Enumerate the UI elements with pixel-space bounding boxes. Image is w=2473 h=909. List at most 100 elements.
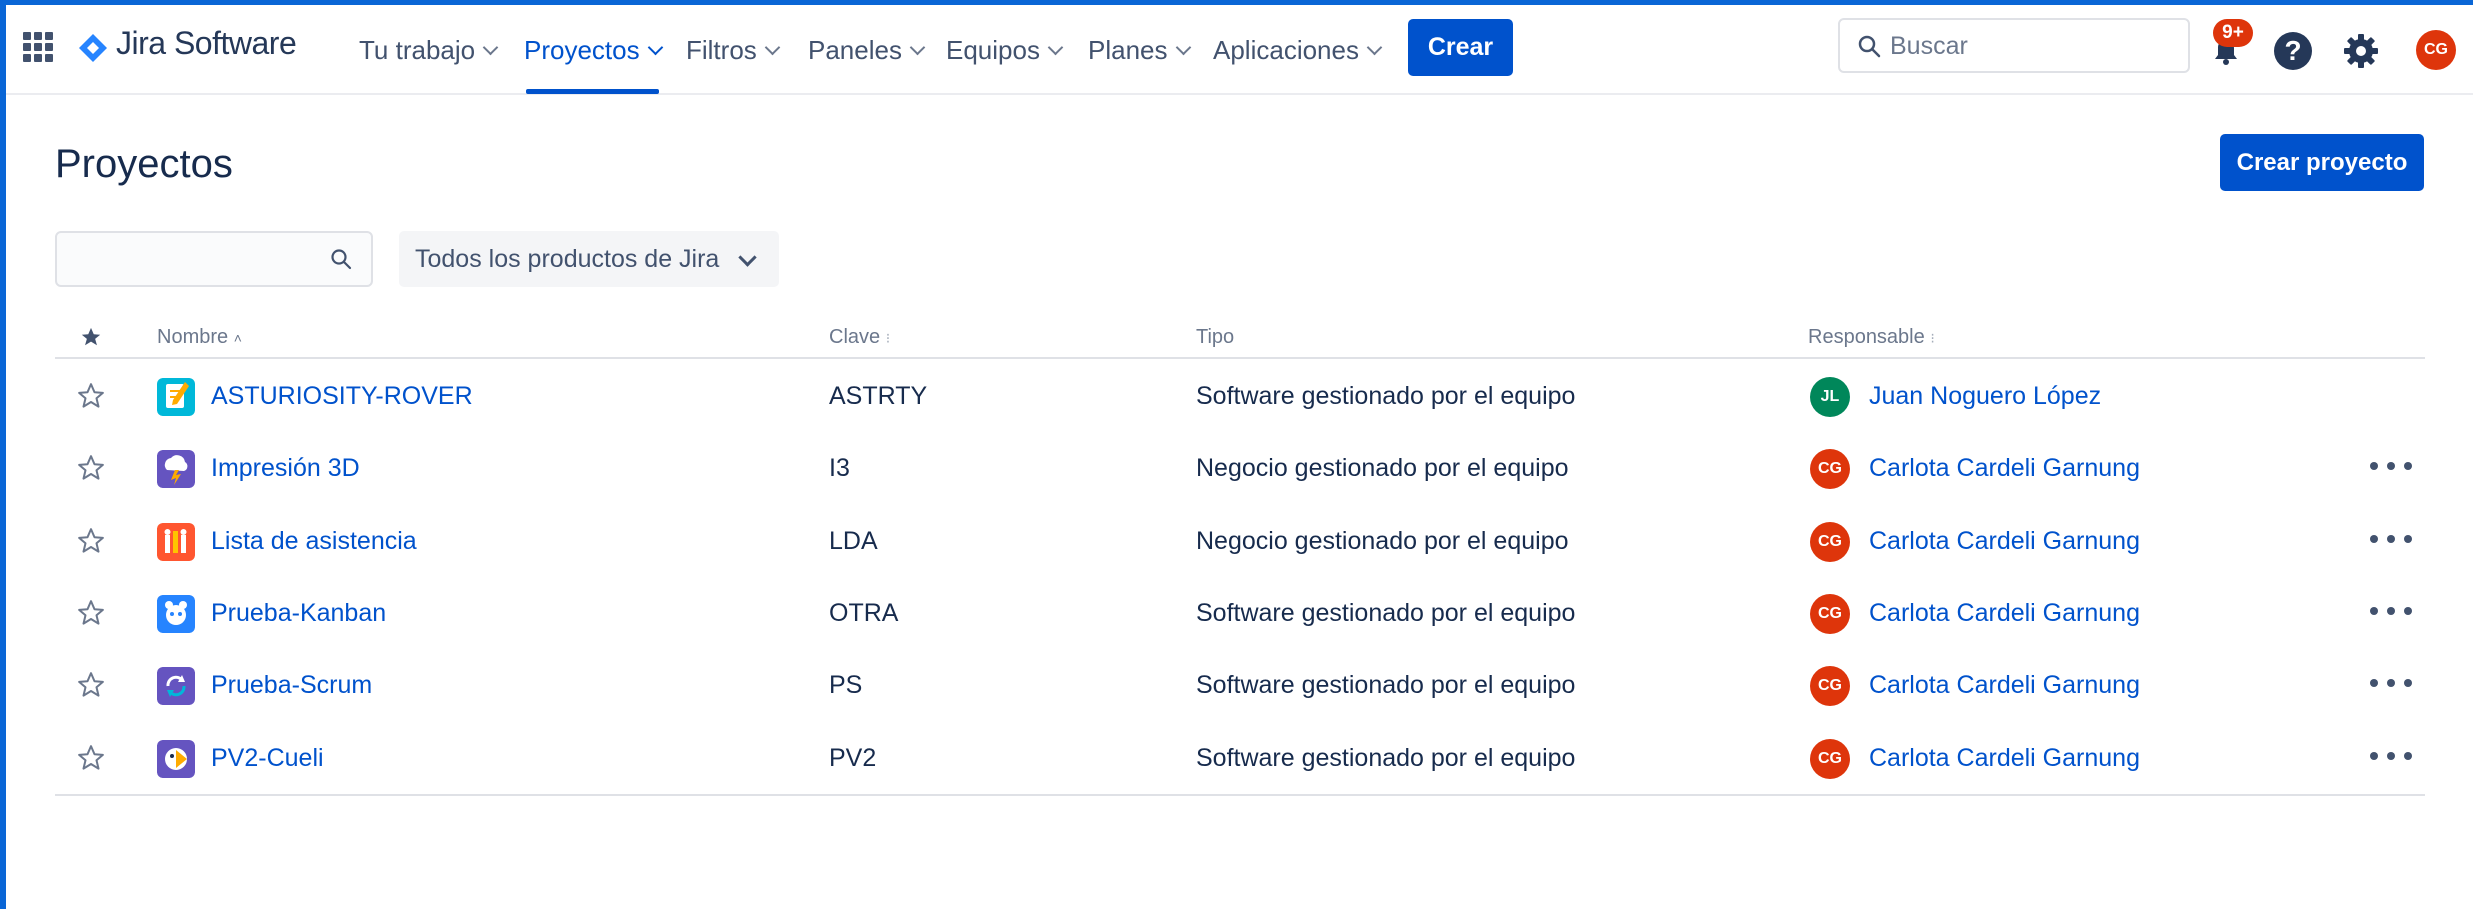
project-key: PS [829,671,863,699]
sort-ascending-icon: ˄ [233,330,242,346]
product-filter-select[interactable]: Todos los productos de Jira [399,231,779,287]
more-actions-icon[interactable] [2370,596,2412,626]
lead-avatar[interactable]: CG [1810,449,1850,489]
lead-name-link[interactable]: Carlota Cardeli Garnung [1869,527,2140,556]
column-label: Tipo [1196,326,1235,348]
nav-label: Paneles [808,35,902,65]
nav-label: Planes [1088,35,1168,65]
nav-label: Tu trabajo [359,35,476,65]
star-icon[interactable] [76,453,106,483]
project-key: OTRA [829,599,899,627]
lead-name-link[interactable]: Carlota Cardeli Garnung [1869,744,2140,773]
project-name-link[interactable]: Prueba-Kanban [211,599,386,628]
star-icon[interactable] [76,743,106,773]
refresh-icon [157,667,195,705]
app-switcher-icon[interactable] [23,32,53,62]
table-bottom-divider [55,794,2425,796]
chevron-down-icon [738,248,757,267]
lead-avatar[interactable]: CG [1810,594,1850,634]
star-icon[interactable] [76,526,106,556]
project-key: LDA [829,527,878,555]
create-project-button[interactable]: Crear proyecto [2220,134,2424,191]
project-type: Software gestionado por el equipo [1196,744,1576,772]
cloud-storm-icon [157,450,195,488]
lead-name-link[interactable]: Carlota Cardeli Garnung [1869,671,2140,700]
project-type: Negocio gestionado por el equipo [1196,527,1569,555]
column-header-name[interactable]: Nombre ˄ [157,326,242,349]
chevron-down-icon [1366,39,1383,56]
lead-avatar[interactable]: JL [1810,377,1850,417]
more-actions-icon[interactable] [2370,524,2412,554]
chevron-down-icon [1047,39,1064,56]
chevron-down-icon [647,39,663,56]
column-label: Responsable [1808,326,1925,348]
jira-logo-icon[interactable] [78,33,108,63]
column-header-key[interactable]: Clave ⁝ [829,326,890,349]
people-icon [157,523,195,561]
project-search-input[interactable] [71,241,325,279]
nav-proyectos[interactable]: Proyectos [524,33,663,67]
lead-avatar[interactable]: CG [1810,522,1850,562]
table-row[interactable]: Impresión 3D I3 Negocio gestionado por el … [0,431,2473,503]
project-name-link[interactable]: Prueba-Scrum [211,671,372,700]
project-name-link[interactable]: ASTURIOSITY-ROVER [211,382,473,411]
project-key: PV2 [829,744,877,772]
nav-filtros[interactable]: Filtros [686,33,781,67]
project-search-field[interactable] [55,231,373,287]
lead-avatar[interactable]: CG [1810,739,1850,779]
app-name[interactable]: Jira Software [116,25,297,62]
nav-tu-trabajo[interactable]: Tu trabajo [359,33,499,67]
nav-equipos[interactable]: Equipos [946,33,1064,67]
search-icon [331,249,352,270]
notepad-pencil-icon [157,378,195,416]
user-avatar[interactable]: CG [2416,30,2456,70]
table-row[interactable]: Prueba-Kanban OTRA Software gestionado por… [0,576,2473,648]
settings-gear-icon[interactable] [2341,31,2381,71]
table-row[interactable]: Prueba-Scrum PS Software gestionado por el… [0,648,2473,720]
page-title: Proyectos [55,142,233,186]
bird-icon [157,740,195,778]
project-name-link[interactable]: Lista de asistencia [211,527,417,556]
project-name-link[interactable]: PV2-Cueli [211,744,324,773]
nav-label: Equipos [946,35,1040,65]
nav-aplicaciones[interactable]: Aplicaciones [1213,33,1383,67]
product-filter-value: Todos los productos de Jira [415,245,720,273]
nav-paneles[interactable]: Paneles [808,33,926,67]
column-label: Clave [829,326,881,348]
column-header-type: Tipo [1196,326,1234,349]
star-icon[interactable] [76,598,106,628]
nav-label: Filtros [686,35,757,65]
nav-planes[interactable]: Planes [1088,33,1191,67]
lead-name-link[interactable]: Carlota Cardeli Garnung [1869,599,2140,628]
create-button[interactable]: Crear [1408,19,1513,76]
more-actions-icon[interactable] [2370,741,2412,771]
active-nav-indicator [526,89,659,94]
table-row[interactable]: ASTURIOSITY-ROVER ASTRTY Software gestiona… [0,359,2473,431]
search-input[interactable] [1888,26,2182,66]
lead-name-link[interactable]: Juan Noguero López [1869,382,2101,411]
chevron-down-icon [482,39,499,56]
more-actions-icon[interactable] [2370,668,2412,698]
star-column-icon [81,327,101,346]
project-name-link[interactable]: Impresión 3D [211,454,360,483]
column-header-lead[interactable]: Responsable ⁝ [1808,326,1935,349]
search-icon [1858,35,1881,58]
table-row[interactable]: Lista de asistencia LDA Negocio gestionado… [0,504,2473,576]
table-row[interactable]: PV2-Cueli PV2 Software gestionado por el e… [0,721,2473,793]
project-type: Software gestionado por el equipo [1196,382,1576,410]
notifications-badge[interactable]: 9+ [2213,19,2253,47]
chevron-down-icon [1175,39,1191,56]
project-key: ASTRTY [829,382,928,410]
sort-icon: ⁝ [885,330,891,346]
project-type: Software gestionado por el equipo [1196,599,1576,627]
star-icon[interactable] [76,381,106,411]
more-actions-icon[interactable] [2370,451,2412,481]
chevron-down-icon [764,39,781,56]
help-icon[interactable]: ? [2274,32,2312,70]
star-icon[interactable] [76,670,106,700]
global-search[interactable] [1838,18,2190,73]
lead-avatar[interactable]: CG [1810,666,1850,706]
nav-label: Aplicaciones [1213,35,1359,65]
nav-label: Proyectos [524,35,640,65]
lead-name-link[interactable]: Carlota Cardeli Garnung [1869,454,2140,483]
